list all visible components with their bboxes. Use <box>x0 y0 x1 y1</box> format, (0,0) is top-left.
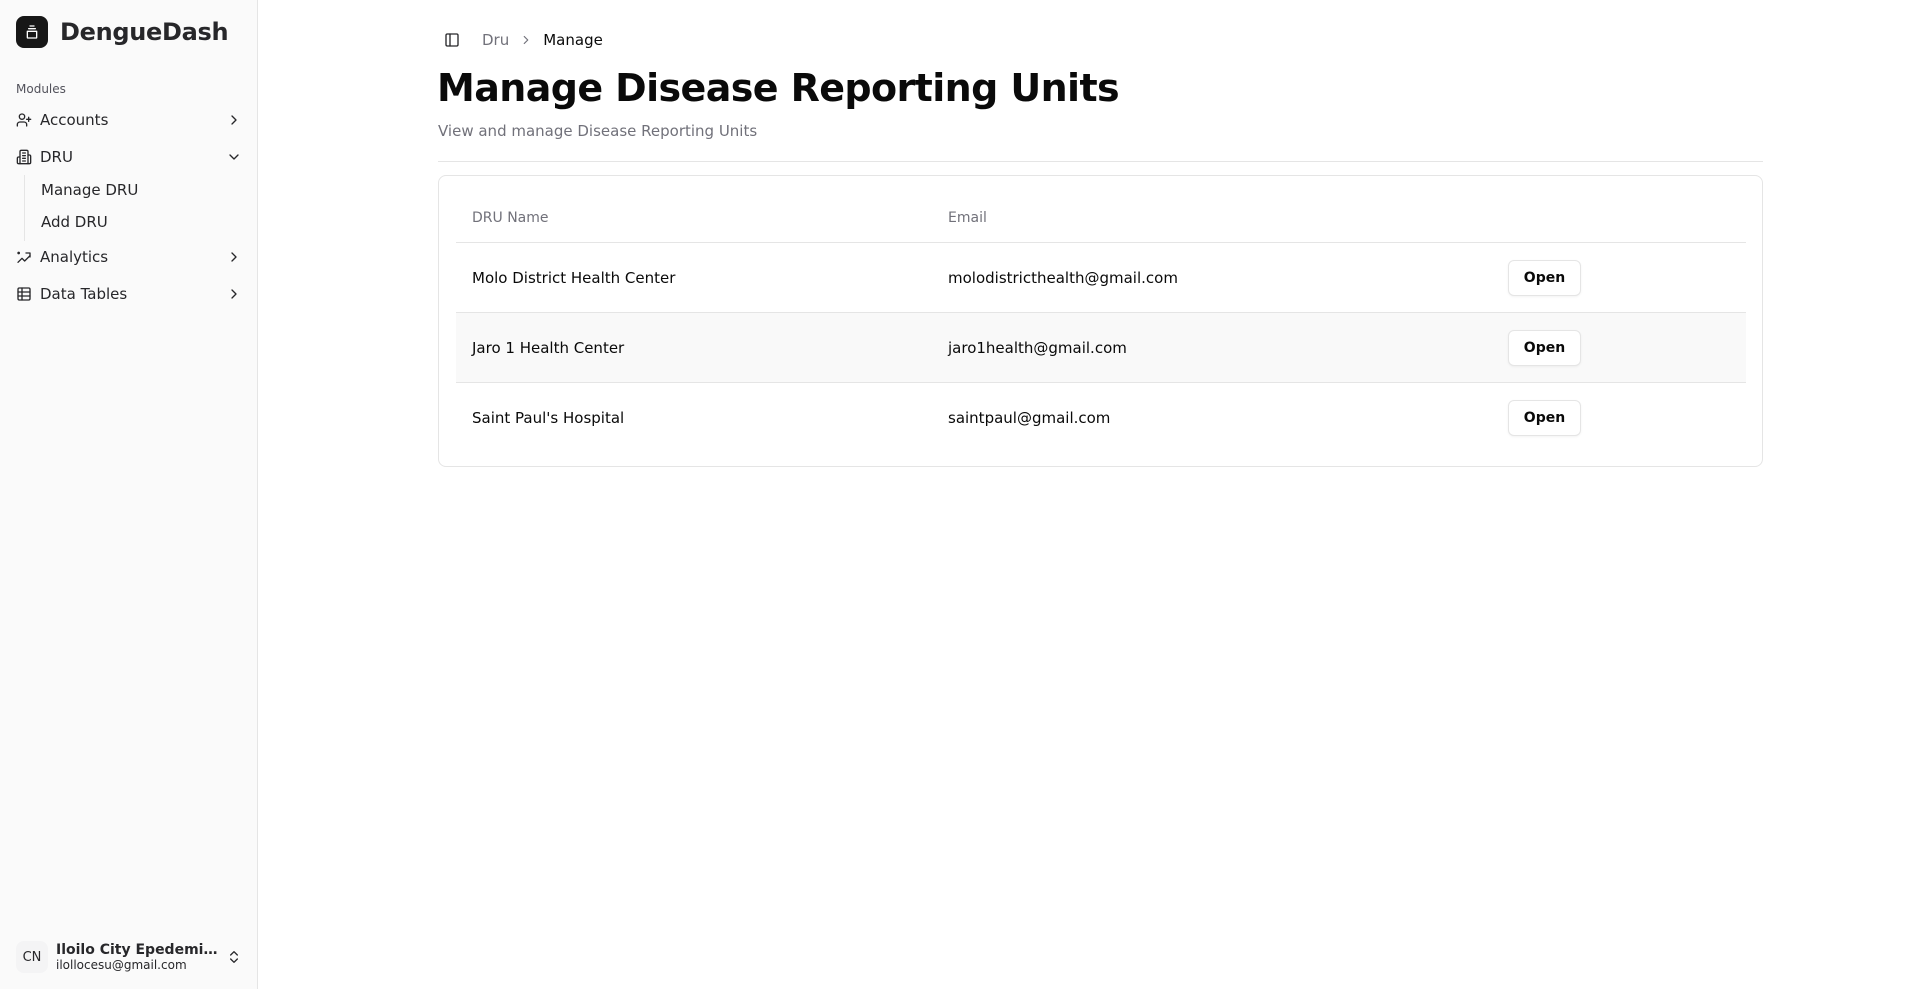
user-menu[interactable]: CN Iloilo City Epedemiol... ilollocesu@g… <box>8 933 250 981</box>
user-email: ilollocesu@gmail.com <box>56 958 187 972</box>
sidebar-item-dru[interactable]: DRU <box>8 141 250 173</box>
sidebar-item-label: Data Tables <box>40 285 128 303</box>
chevron-down-icon <box>226 149 242 165</box>
sidebar-item-analytics[interactable]: Analytics <box>8 241 250 273</box>
user-plus-icon <box>16 112 32 128</box>
sidebar-toggle-button[interactable] <box>438 26 466 54</box>
trending-icon <box>16 249 32 265</box>
sidebar-item-label: DRU <box>40 148 73 166</box>
table-row: Molo District Health Center molodistrict… <box>456 243 1746 313</box>
sidebar-group-label: Modules <box>16 82 66 96</box>
table-row: Saint Paul's Hospital saintpaul@gmail.co… <box>456 383 1746 453</box>
dru-name-cell: Jaro 1 Health Center <box>472 338 625 357</box>
dru-email-cell: saintpaul@gmail.com <box>948 409 1111 427</box>
dru-table: DRU Name Email Molo District Health Cent… <box>456 193 1746 453</box>
sidebar-item-accounts[interactable]: Accounts <box>8 104 250 136</box>
building-icon <box>16 149 32 165</box>
divider <box>438 161 1763 162</box>
chevrons-up-down-icon <box>226 949 242 965</box>
chevron-right-icon <box>226 249 242 265</box>
sidebar-item-label: Accounts <box>40 111 109 129</box>
breadcrumb: Dru Manage <box>482 31 603 49</box>
panel-left-icon <box>444 32 460 48</box>
dru-name-cell: Molo District Health Center <box>472 268 676 287</box>
topbar: Dru Manage <box>438 26 603 54</box>
open-button[interactable]: Open <box>1508 259 1581 296</box>
sidebar-item-label: Analytics <box>40 248 109 266</box>
user-name: Iloilo City Epedemiol... <box>56 942 218 958</box>
open-button[interactable]: Open <box>1508 329 1581 366</box>
table-header: DRU Name Email <box>456 193 1746 243</box>
submenu-line <box>24 175 25 241</box>
column-header-email: Email <box>948 209 987 226</box>
sidebar-subitem-manage-dru[interactable]: Manage DRU <box>33 176 233 204</box>
sidebar: DengueDash Modules Accounts DRU Manage D… <box>0 0 258 989</box>
dru-email-cell: molodistricthealth@gmail.com <box>948 268 1178 287</box>
column-header-name: DRU Name <box>472 209 549 226</box>
avatar: CN <box>16 941 48 973</box>
breadcrumb-current: Manage <box>543 31 603 49</box>
package-icon <box>16 16 48 48</box>
dru-table-card: DRU Name Email Molo District Health Cent… <box>438 175 1763 467</box>
breadcrumb-parent[interactable]: Dru <box>482 31 509 49</box>
table-icon <box>16 286 32 302</box>
chevron-right-icon <box>226 112 242 128</box>
brand[interactable]: DengueDash <box>16 16 229 48</box>
sidebar-subitem-add-dru[interactable]: Add DRU <box>33 208 233 236</box>
brand-name: DengueDash <box>60 18 229 46</box>
dru-email-cell: jaro1health@gmail.com <box>948 338 1127 357</box>
page-title: Manage Disease Reporting Units <box>437 66 1120 110</box>
dru-name-cell: Saint Paul's Hospital <box>472 409 625 427</box>
open-button[interactable]: Open <box>1508 400 1581 436</box>
chevron-right-icon <box>226 286 242 302</box>
table-row: Jaro 1 Health Center jaro1health@gmail.c… <box>456 313 1746 383</box>
sidebar-item-data-tables[interactable]: Data Tables <box>8 278 250 310</box>
chevron-right-icon <box>519 33 533 47</box>
page-subtitle: View and manage Disease Reporting Units <box>438 122 758 140</box>
